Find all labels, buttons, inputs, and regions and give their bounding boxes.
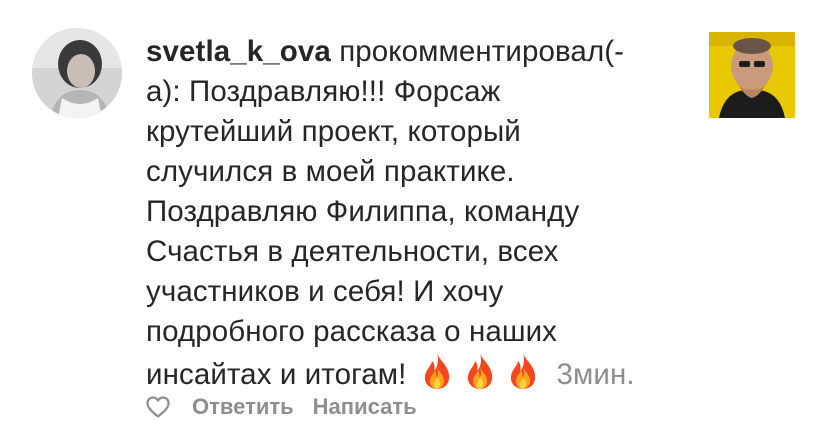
fire-icon	[511, 353, 536, 389]
fire-icon	[425, 353, 450, 389]
comment-text: svetla_k_ova прокомментировал(- а): Позд…	[146, 32, 686, 395]
message-button[interactable]: Написать	[313, 394, 417, 420]
comment-line: подробного рассказа о наших	[146, 315, 558, 348]
reply-button[interactable]: Ответить	[192, 394, 294, 420]
username[interactable]: svetla_k_ova	[146, 35, 331, 68]
comment-actions: Ответить Написать	[146, 392, 436, 422]
comment-line: Счастья в деятельности, всех	[146, 235, 559, 268]
comment-line: крутейший проект, который	[146, 115, 521, 148]
comment-line: а): Поздравляю!!! Форсаж	[146, 75, 501, 108]
avatar[interactable]	[32, 28, 122, 118]
comment-line: Поздравляю Филиппа, команду	[146, 195, 580, 228]
emoji-group	[420, 352, 540, 390]
heart-icon[interactable]	[146, 396, 170, 418]
comment-line: прокомментировал(-	[330, 35, 625, 68]
post-image	[709, 32, 795, 118]
comment-line: инсайтах и итогам!	[146, 358, 407, 391]
fire-icon	[468, 353, 493, 389]
avatar-image	[32, 28, 122, 118]
comment-line: случился в моей практике.	[146, 155, 515, 188]
post-thumbnail[interactable]	[709, 32, 795, 118]
comment-line: участников и себя! И хочу	[146, 275, 504, 308]
timestamp: 3мин.	[556, 358, 635, 391]
